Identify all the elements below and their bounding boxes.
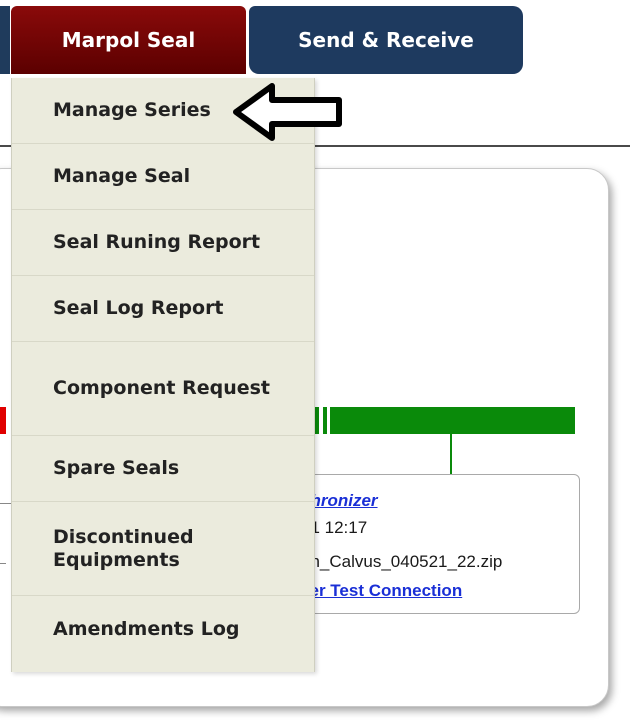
marpol-seal-dropdown-menu: Manage Series Manage Seal Seal Runing Re… xyxy=(11,78,315,672)
menu-item-amendments-log[interactable]: Amendments Log xyxy=(12,596,314,662)
sync-info-card: chronizer 21 12:17 en_Calvus_040521_22.z… xyxy=(290,474,580,614)
menu-item-manage-seal[interactable]: Manage Seal xyxy=(12,144,314,210)
status-bar-red xyxy=(0,407,6,434)
card-filename: en_Calvus_040521_22.zip xyxy=(301,552,503,571)
menu-item-discontinued-equipments[interactable]: Discontinued Equipments xyxy=(12,502,314,596)
tab-send-receive[interactable]: Send & Receive xyxy=(249,6,523,74)
menu-item-component-request[interactable]: Component Request xyxy=(12,342,314,436)
menu-item-spare-seals[interactable]: Spare Seals xyxy=(12,436,314,502)
divider-line xyxy=(0,563,6,564)
status-bar-green-segment xyxy=(323,407,327,434)
status-connector-line xyxy=(450,434,452,474)
status-bar-green xyxy=(330,407,575,434)
screen: Marpol Seal Send & Receive chronizer 21 … xyxy=(0,0,630,721)
test-connection-link[interactable]: zer Test Connection xyxy=(301,581,462,601)
menu-item-seal-log-report[interactable]: Seal Log Report xyxy=(12,276,314,342)
tab-marpol-seal[interactable]: Marpol Seal xyxy=(11,6,246,74)
menu-item-seal-running-report[interactable]: Seal Runing Report xyxy=(12,210,314,276)
left-arrow-icon xyxy=(233,83,342,141)
tab-previous[interactable] xyxy=(0,6,10,74)
